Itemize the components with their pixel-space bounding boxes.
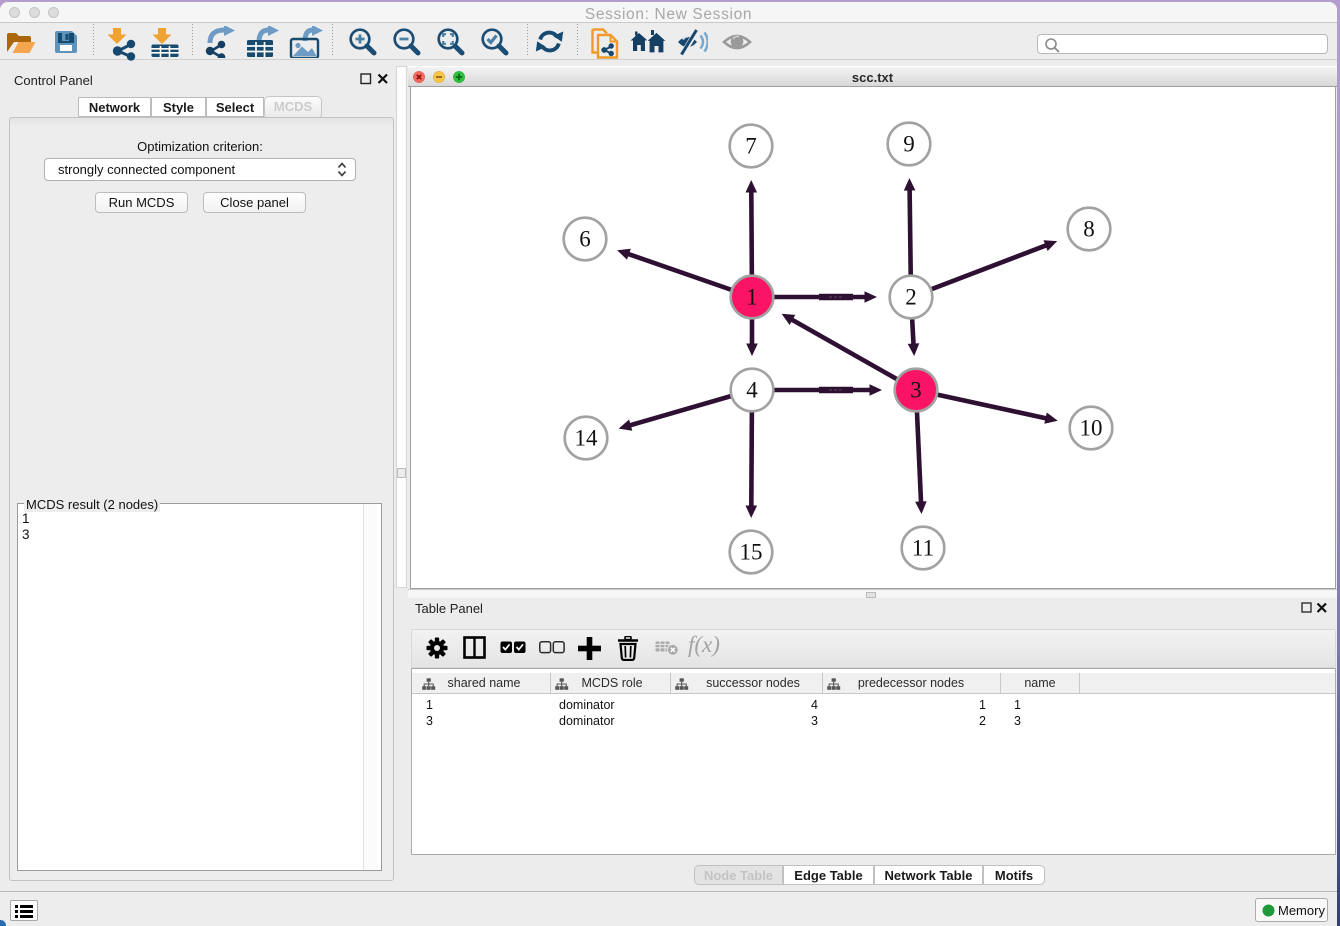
svg-text:3: 3 bbox=[910, 378, 922, 403]
svg-text:2: 2 bbox=[905, 285, 917, 310]
svg-text:8: 8 bbox=[1083, 217, 1095, 242]
svg-text:10: 10 bbox=[1080, 416, 1103, 441]
svg-text:7: 7 bbox=[745, 134, 757, 159]
svg-text:6: 6 bbox=[579, 227, 591, 252]
svg-text:11: 11 bbox=[912, 536, 934, 561]
svg-text:9: 9 bbox=[903, 132, 915, 157]
svg-text:15: 15 bbox=[740, 540, 763, 565]
svg-text:4: 4 bbox=[746, 378, 758, 403]
svg-text:14: 14 bbox=[575, 426, 599, 451]
svg-text:1: 1 bbox=[746, 285, 758, 310]
